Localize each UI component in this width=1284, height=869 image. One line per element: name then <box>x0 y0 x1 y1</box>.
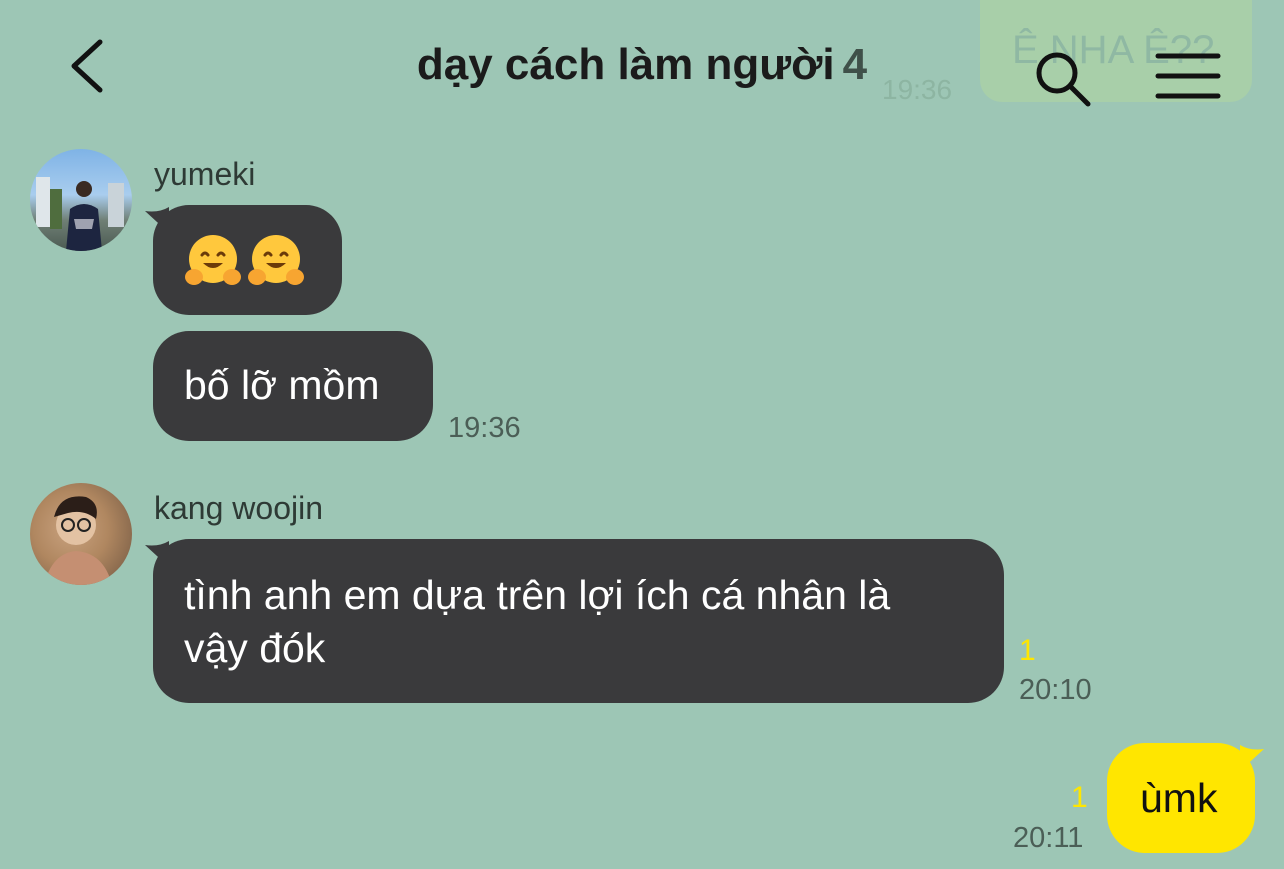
hugging-face-icon <box>185 235 241 285</box>
unread-count: 1 <box>1071 781 1088 814</box>
hugging-face-icon <box>248 235 304 285</box>
menu-icon <box>1155 53 1221 99</box>
message-time: 20:10 <box>1019 674 1092 706</box>
chat-screen: Ê NHA Ê?? 19:36 dạy cách làm người 4 yum… <box>0 0 1284 869</box>
bubble-tail <box>1240 745 1264 771</box>
my-message-bubble[interactable]: ùmk <box>1107 743 1255 853</box>
message-text-line: tình anh em dựa trên lợi ích cá nhân là <box>184 572 891 618</box>
chat-room-name: dạy cách làm người <box>416 40 835 89</box>
bubble-tail <box>145 207 169 233</box>
message-bubble[interactable] <box>153 205 342 315</box>
menu-button[interactable] <box>1154 50 1222 102</box>
search-button[interactable] <box>1030 46 1096 112</box>
avatar-yumeki[interactable] <box>30 149 132 251</box>
message-text: bố lỡ mồm <box>184 362 380 408</box>
message-time: 20:11 <box>1013 822 1084 854</box>
unread-count: 1 <box>1019 634 1036 667</box>
sender-name: yumeki <box>154 156 256 192</box>
message-text: ùmk <box>1140 775 1218 821</box>
sender-name: kang woojin <box>154 490 323 526</box>
avatar-photo-icon <box>36 177 124 251</box>
message-text-line: vậy đók <box>184 625 326 671</box>
message-bubble[interactable]: bố lỡ mồm <box>153 331 433 441</box>
message-time: 19:36 <box>448 412 521 444</box>
bubble-tail <box>145 541 169 567</box>
message-bubble[interactable]: tình anh em dựa trên lợi ích cá nhân là … <box>153 539 1004 703</box>
member-count: 4 <box>842 40 868 89</box>
search-icon <box>1036 52 1091 107</box>
avatar-photo-icon <box>44 496 112 585</box>
avatar-kang-woojin[interactable] <box>30 483 132 585</box>
